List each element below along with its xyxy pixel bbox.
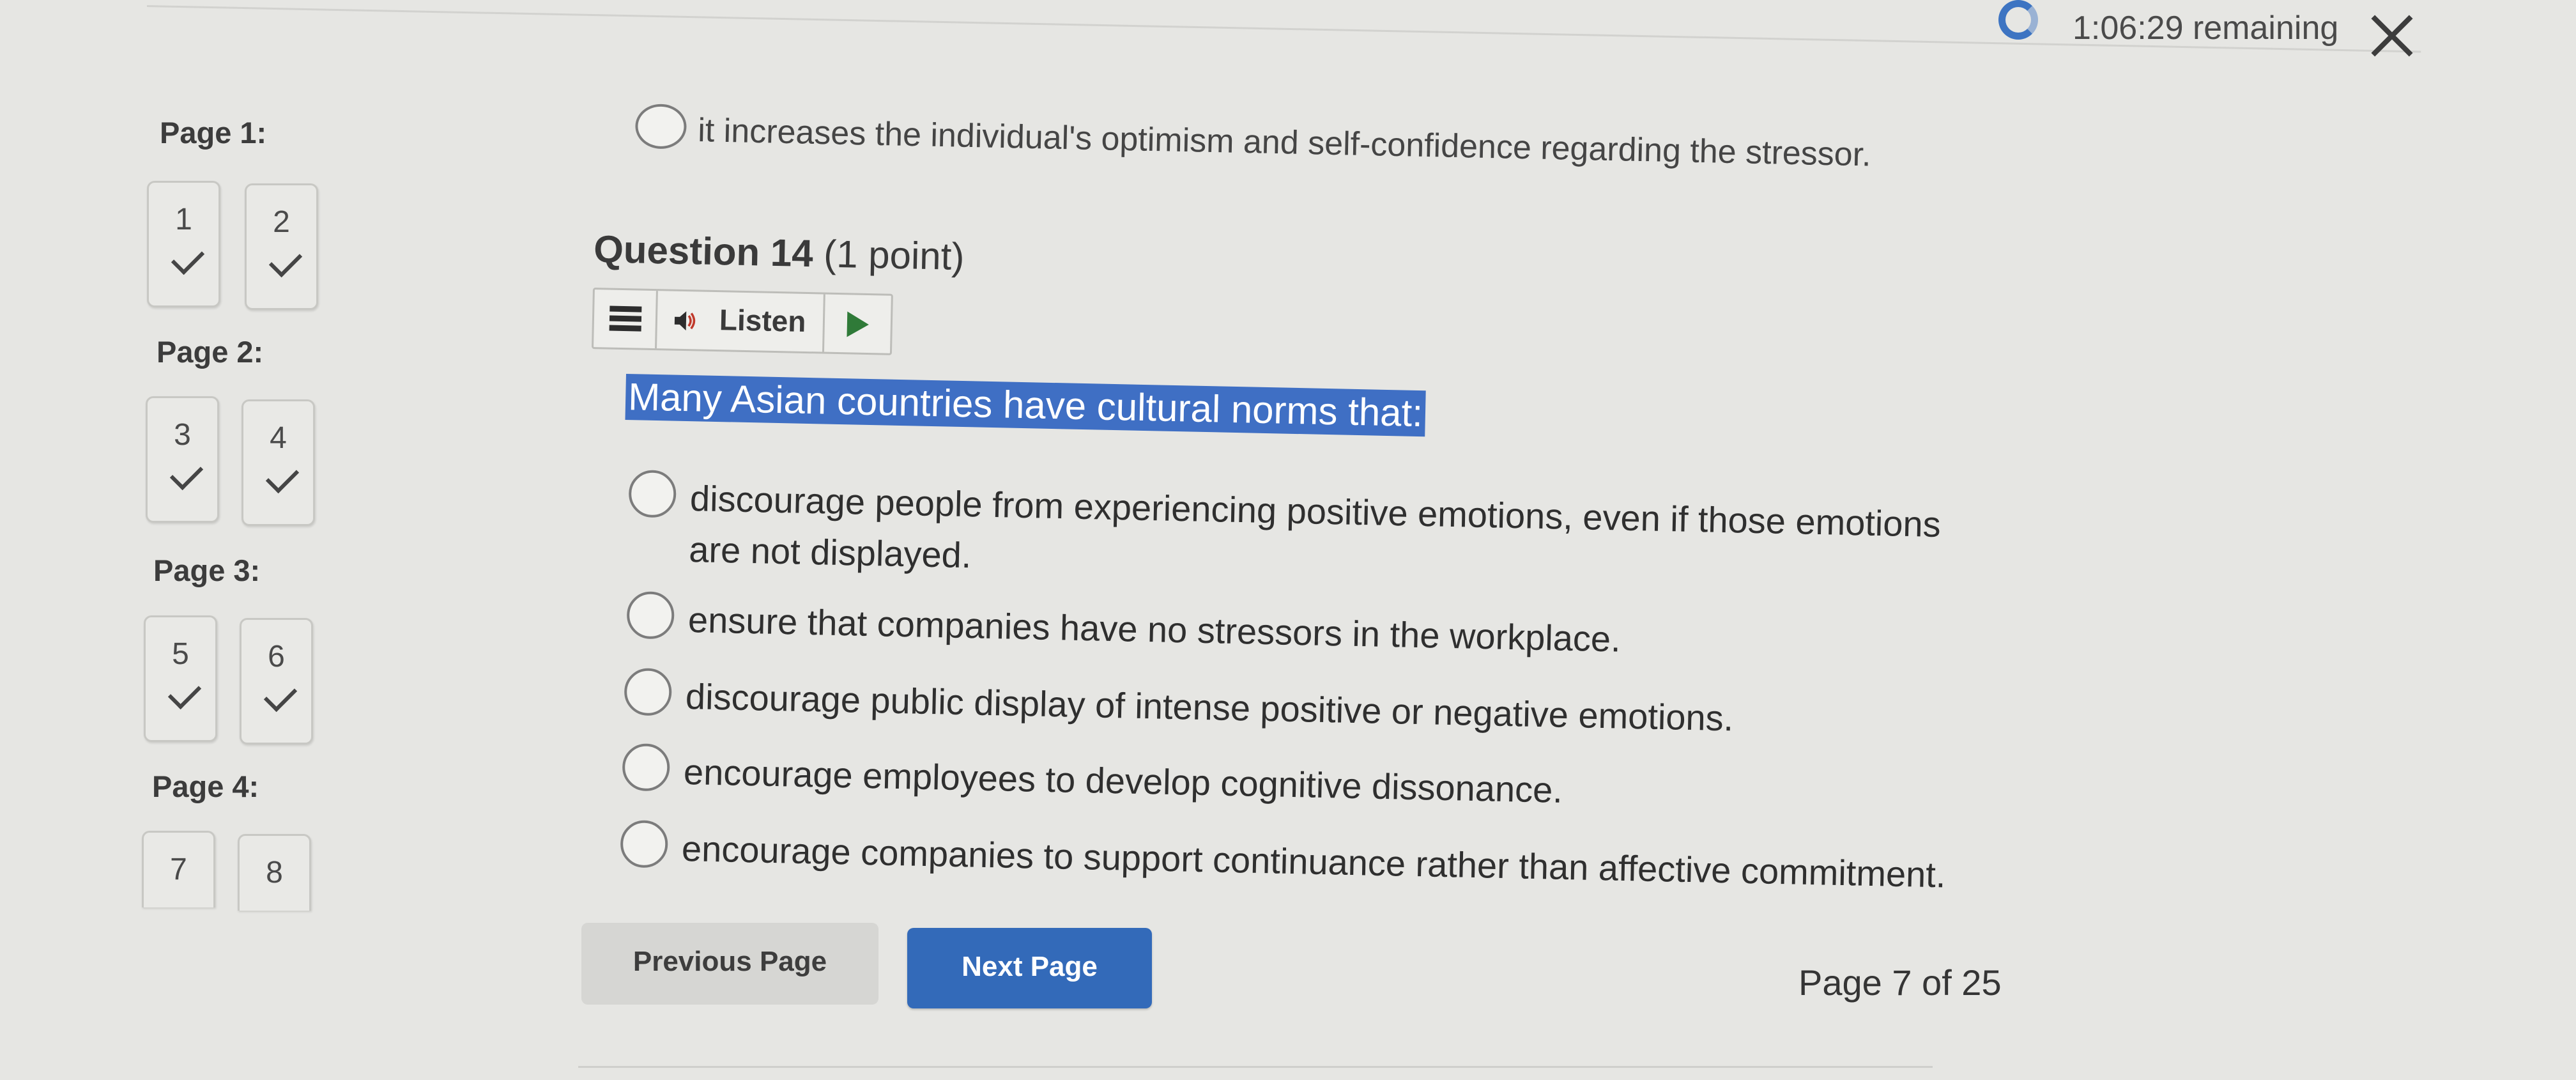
- option-label-continued: are not displayed.: [688, 528, 972, 576]
- page-counter: Page 7 of 25: [1798, 962, 2002, 1003]
- question-number: Question 14: [593, 227, 814, 275]
- radio-button[interactable]: [628, 470, 677, 518]
- radio-button[interactable]: [626, 591, 675, 640]
- option-label: ensure that companies have no stressors …: [687, 599, 1621, 660]
- check-icon: [265, 459, 300, 494]
- listen-label: Listen: [719, 303, 806, 338]
- read-aloud-toolbar: Listen: [591, 288, 893, 355]
- radio-button[interactable]: [622, 743, 670, 792]
- timer-text: 1:06:29 remaining: [2073, 10, 2339, 47]
- nav-page-3-label: Page 3:: [153, 553, 261, 587]
- nav-question-number: 2: [273, 205, 290, 239]
- nav-page-2-label: Page 2:: [157, 335, 264, 369]
- speaker-icon: [674, 311, 696, 331]
- nav-question-number: 7: [170, 852, 187, 886]
- previous-page-button[interactable]: Previous Page: [581, 923, 878, 1005]
- nav-page-4-label: Page 4:: [152, 769, 259, 803]
- close-icon[interactable]: [2369, 13, 2415, 59]
- option-label: encourage employees to develop cognitive…: [683, 752, 1563, 810]
- bottom-divider: [578, 1066, 1933, 1068]
- question-title: Question 14 (1 point): [594, 227, 965, 279]
- radio-button[interactable]: [634, 104, 687, 150]
- nav-question-6[interactable]: 6: [240, 618, 313, 744]
- question-points: (1 point): [823, 232, 965, 279]
- radio-button[interactable]: [620, 820, 668, 868]
- timer-ring-icon: [1998, 0, 2038, 40]
- nav-question-1[interactable]: 1: [147, 181, 220, 307]
- option-label: it increases the individual's optimism a…: [697, 112, 1872, 174]
- nav-question-number: 4: [270, 421, 287, 455]
- nav-question-2[interactable]: 2: [245, 183, 318, 310]
- check-icon: [167, 675, 202, 710]
- check-icon: [171, 241, 205, 275]
- nav-question-number: 8: [266, 856, 283, 890]
- nav-page-1-label: Page 1:: [160, 116, 267, 150]
- nav-question-number: 6: [268, 640, 285, 674]
- nav-question-5[interactable]: 5: [144, 615, 217, 742]
- option-label: encourage companies to support continuan…: [681, 828, 1947, 895]
- nav-question-number: 5: [172, 637, 189, 671]
- next-page-button[interactable]: Next Page: [907, 928, 1152, 1008]
- check-icon: [169, 456, 204, 491]
- previous-page-label: Previous Page: [632, 946, 827, 977]
- play-icon[interactable]: [822, 295, 891, 353]
- check-icon: [263, 678, 298, 713]
- nav-question-3[interactable]: 3: [146, 396, 219, 523]
- listen-button[interactable]: Listen: [655, 291, 825, 352]
- nav-question-8[interactable]: 8: [238, 834, 311, 911]
- check-icon: [268, 243, 303, 278]
- nav-question-7[interactable]: 7: [142, 831, 215, 907]
- menu-icon[interactable]: [594, 289, 658, 349]
- nav-question-number: 3: [174, 418, 191, 452]
- option-label: discourage public display of intense pos…: [685, 676, 1734, 739]
- question-stem: Many Asian countries have cultural norms…: [625, 374, 1426, 437]
- timer: 1:06:29 remaining: [1998, 0, 2407, 61]
- nav-question-4[interactable]: 4: [241, 399, 315, 526]
- nav-question-number: 1: [175, 203, 192, 236]
- radio-button[interactable]: [624, 668, 672, 716]
- next-page-label: Next Page: [962, 951, 1098, 982]
